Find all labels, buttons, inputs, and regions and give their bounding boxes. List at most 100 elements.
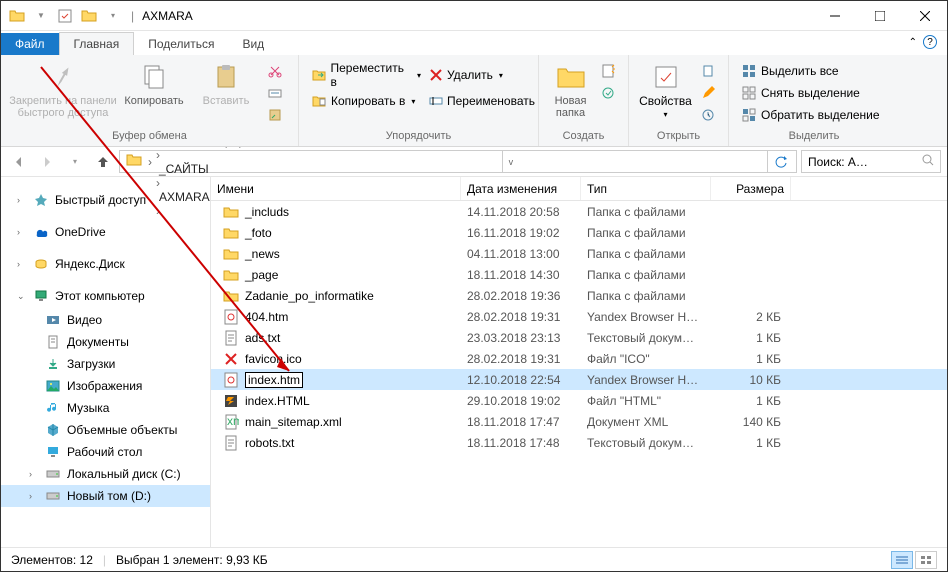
easy-access-button[interactable]	[596, 83, 620, 103]
nav-c-drive[interactable]: ›Локальный диск (C:)	[1, 463, 210, 485]
qat-chevron-icon[interactable]: ▾	[103, 6, 123, 26]
nav-video[interactable]: Видео	[1, 309, 210, 331]
file-row[interactable]: robots.txt18.11.2018 17:48Текстовый доку…	[211, 432, 947, 453]
copy-to-button[interactable]: Копировать в▾	[307, 91, 425, 111]
select-all-button[interactable]: Выделить все	[737, 61, 884, 81]
file-row[interactable]: xmlmain_sitemap.xml18.11.2018 17:47Докум…	[211, 411, 947, 432]
refresh-icon[interactable]	[767, 151, 794, 172]
maximize-button[interactable]	[857, 1, 902, 31]
new-item-button[interactable]	[596, 61, 620, 81]
file-row[interactable]: _page18.11.2018 14:30Папка с файлами	[211, 264, 947, 285]
nav-onedrive[interactable]: ›OneDrive	[1, 221, 210, 243]
copy-button[interactable]: Копировать	[119, 59, 189, 107]
address-dropdown-icon[interactable]: v	[502, 151, 520, 172]
nav-music[interactable]: Музыка	[1, 397, 210, 419]
help-icon[interactable]: ?	[923, 35, 937, 49]
nav-desktop[interactable]: Рабочий стол	[1, 441, 210, 463]
nav-back-button[interactable]	[7, 150, 31, 174]
tab-view[interactable]: Вид	[228, 33, 278, 55]
move-to-button[interactable]: Переместить в▾	[307, 59, 425, 91]
svg-text:xml: xml	[227, 414, 239, 428]
file-size: 1 КБ	[711, 352, 791, 366]
file-type: Текстовый докум…	[581, 331, 711, 345]
window-title: AXMARA	[142, 9, 193, 23]
nav-documents[interactable]: Документы	[1, 331, 210, 353]
close-button[interactable]	[902, 1, 947, 31]
file-name: main_sitemap.xml	[245, 415, 342, 429]
select-none-button[interactable]: Снять выделение	[737, 83, 884, 103]
file-icon	[223, 372, 239, 388]
file-row[interactable]: index.HTML29.10.2018 19:02Файл "HTML"1 К…	[211, 390, 947, 411]
column-date[interactable]: Дата изменения	[461, 177, 581, 200]
file-date: 29.10.2018 19:02	[461, 394, 581, 408]
history-button[interactable]	[696, 105, 720, 125]
file-date: 23.03.2018 23:13	[461, 331, 581, 345]
title-separator: |	[131, 9, 134, 23]
group-organize: Упорядочить	[307, 130, 530, 144]
folder-qat-icon[interactable]	[79, 6, 99, 26]
file-date: 16.11.2018 19:02	[461, 226, 581, 240]
nav-pictures[interactable]: Изображения	[1, 375, 210, 397]
file-row[interactable]: _foto16.11.2018 19:02Папка с файлами	[211, 222, 947, 243]
column-size[interactable]: Размера	[711, 177, 791, 200]
new-folder-button[interactable]: Новая папка	[547, 59, 594, 119]
file-name: favicon.ico	[245, 352, 302, 366]
copy-path-button[interactable]	[263, 83, 287, 103]
tab-file[interactable]: Файл	[1, 33, 59, 55]
properties-button[interactable]: Свойства▾	[637, 59, 694, 121]
delete-button[interactable]: Удалить▾	[425, 59, 505, 91]
paste-button[interactable]: Вставить	[191, 59, 261, 107]
nav-d-drive[interactable]: ›Новый том (D:)	[1, 485, 210, 507]
view-details-button[interactable]	[891, 551, 913, 569]
search-input[interactable]: Поиск: A…	[801, 150, 941, 173]
file-name: index.htm	[245, 373, 303, 387]
minimize-button[interactable]	[812, 1, 857, 31]
invert-selection-button[interactable]: Обратить выделение	[737, 105, 884, 125]
file-row[interactable]: 404.htm28.02.2018 19:31Yandex Browser H……	[211, 306, 947, 327]
file-type: Папка с файлами	[581, 205, 711, 219]
nav-quick-access[interactable]: ›Быстрый доступ	[1, 189, 210, 211]
file-name: ads.txt	[245, 331, 280, 345]
nav-tree[interactable]: ›Быстрый доступ ›OneDrive ›Яндекс.Диск ⌄…	[1, 177, 211, 547]
cut-button[interactable]	[263, 61, 287, 81]
address-bar[interactable]: › Этот компьютер›Новый том (D:)›_САЙТЫ›A…	[119, 150, 797, 173]
tab-home[interactable]: Главная	[59, 32, 135, 55]
edit-button[interactable]	[696, 83, 720, 103]
breadcrumb-item[interactable]: _САЙТЫ	[154, 162, 254, 176]
file-row[interactable]: _news04.11.2018 13:00Папка с файлами	[211, 243, 947, 264]
file-date: 04.11.2018 13:00	[461, 247, 581, 261]
ribbon-collapse-icon[interactable]: ⌃	[909, 37, 917, 48]
column-type[interactable]: Тип	[581, 177, 711, 200]
nav-this-pc[interactable]: ⌄Этот компьютер	[1, 285, 210, 307]
view-large-button[interactable]	[915, 551, 937, 569]
group-new: Создать	[547, 130, 620, 144]
file-row[interactable]: index.htm12.10.2018 22:54Yandex Browser …	[211, 369, 947, 390]
nav-yandex-disk[interactable]: ›Яндекс.Диск	[1, 253, 210, 275]
rename-button[interactable]: Переименовать	[425, 91, 535, 111]
properties-qat-icon[interactable]	[55, 6, 75, 26]
file-type: Папка с файлами	[581, 226, 711, 240]
nav-recent-button[interactable]: ▾	[63, 150, 87, 174]
file-row[interactable]: ads.txt23.03.2018 23:13Текстовый докум…1…	[211, 327, 947, 348]
nav-forward-button[interactable]	[35, 150, 59, 174]
file-row[interactable]: Zadanie_po_informatike28.02.2018 19:36Па…	[211, 285, 947, 306]
group-open: Открыть	[637, 130, 720, 144]
file-size: 1 КБ	[711, 436, 791, 450]
group-clipboard: Буфер обмена	[9, 130, 290, 144]
breadcrumb-separator: ›	[154, 148, 162, 162]
file-type: Файл "HTML"	[581, 394, 711, 408]
file-row[interactable]: _includs14.11.2018 20:58Папка с файлами	[211, 201, 947, 222]
nav-downloads[interactable]: Загрузки	[1, 353, 210, 375]
folder-icon	[7, 6, 27, 26]
tab-share[interactable]: Поделиться	[134, 33, 228, 55]
file-icon	[223, 393, 239, 409]
nav-3d-objects[interactable]: Объемные объекты	[1, 419, 210, 441]
column-name[interactable]: Имени	[211, 177, 461, 200]
file-row[interactable]: favicon.ico28.02.2018 19:31Файл "ICO"1 К…	[211, 348, 947, 369]
open-button[interactable]	[696, 61, 720, 81]
qat-dropdown-icon[interactable]: ▼	[31, 6, 51, 26]
nav-up-button[interactable]	[91, 150, 115, 174]
pin-button[interactable]: Закрепить на панели быстрого доступа	[9, 59, 117, 119]
file-icon	[223, 246, 239, 262]
paste-shortcut-button[interactable]	[263, 105, 287, 125]
